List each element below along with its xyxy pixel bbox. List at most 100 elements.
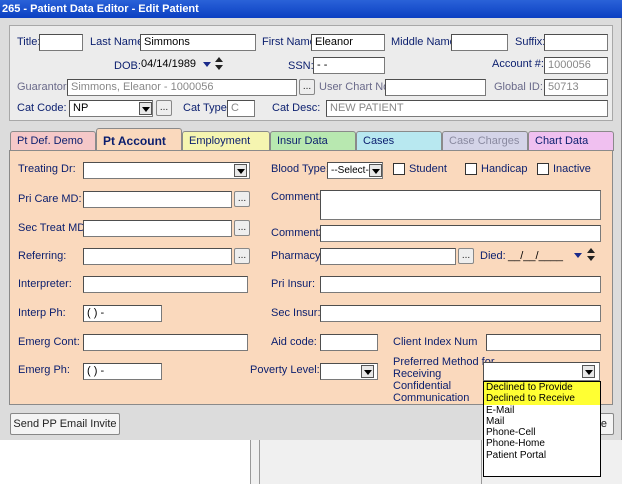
dob-dropdown-icon[interactable] <box>203 62 211 67</box>
pri-care-label: Pri Care MD: <box>18 193 82 205</box>
option-patient-portal[interactable]: Patient Portal <box>484 450 600 461</box>
option-phone-home[interactable]: Phone-Home <box>484 438 600 449</box>
student-checkbox[interactable] <box>393 163 405 175</box>
user-chart-label: User Chart No: <box>319 81 393 93</box>
died-field[interactable]: __/__/____ <box>508 250 563 262</box>
interp-ph-field[interactable]: ( ) - <box>83 305 162 322</box>
inactive-label: Inactive <box>553 163 591 175</box>
pri-insur-label: Pri Insur: <box>271 278 316 290</box>
account-field: 1000056 <box>544 57 608 74</box>
option-e-mail[interactable]: E-Mail <box>484 405 600 416</box>
guarantor-label: Guarantor: <box>17 81 70 93</box>
cat-type-label: Cat Type: <box>183 102 230 114</box>
inactive-checkbox[interactable] <box>537 163 549 175</box>
handicap-label: Handicap <box>481 163 528 175</box>
died-spinner-icon[interactable] <box>587 247 596 263</box>
tab-employment[interactable]: Employment <box>182 131 270 151</box>
student-label: Student <box>409 163 447 175</box>
pri-care-lookup-button[interactable]: ... <box>234 191 250 207</box>
preferred-method-label-line2: Receiving <box>393 368 442 380</box>
title-field[interactable] <box>39 34 83 51</box>
sec-treat-field[interactable] <box>83 220 232 237</box>
user-chart-field[interactable] <box>385 79 486 96</box>
emerg-cont-label: Emerg Cont: <box>18 336 80 348</box>
pharmacy-label: Pharmacy: <box>271 250 324 262</box>
blood-type-dropdown-icon[interactable] <box>369 164 382 177</box>
suffix-field[interactable] <box>544 34 608 51</box>
treating-dr-label: Treating Dr: <box>18 163 76 175</box>
poverty-level-label: Poverty Level: <box>250 364 320 376</box>
preferred-method-options-list[interactable]: Declined to Provide Declined to Receive … <box>483 381 601 477</box>
treating-dr-dropdown-icon[interactable] <box>234 164 247 177</box>
tab-pt-account[interactable]: Pt Account <box>96 128 182 151</box>
referring-lookup-button[interactable]: ... <box>234 248 250 264</box>
global-id-label: Global ID: <box>494 81 543 93</box>
tab-insur-data[interactable]: Insur Data <box>270 131 356 151</box>
cat-type-field: C <box>227 100 255 117</box>
client-index-label: Client Index Num <box>393 336 478 348</box>
patient-editor-window: 265 - Patient Data Editor - Edit Patient… <box>0 0 622 440</box>
send-pp-email-invite-button[interactable]: Send PP Email Invite <box>10 413 120 435</box>
handicap-checkbox[interactable] <box>465 163 477 175</box>
preferred-method-label-line1: Preferred Method for <box>393 356 495 368</box>
interpreter-label: Interpreter: <box>18 278 72 290</box>
first-name-field[interactable]: Eleanor <box>311 34 385 51</box>
tab-cases[interactable]: Cases <box>356 131 442 151</box>
guarantor-lookup-button[interactable]: ... <box>299 79 315 95</box>
middle-name-field[interactable] <box>451 34 508 51</box>
comment2-field[interactable] <box>320 225 601 242</box>
cat-code-dropdown-icon[interactable] <box>139 102 152 115</box>
sec-treat-label: Sec Treat MD: <box>18 222 89 234</box>
sec-insur-field[interactable] <box>320 305 601 322</box>
referring-field[interactable] <box>83 248 232 265</box>
last-name-field[interactable]: Simmons <box>140 34 256 51</box>
global-id-field: 50713 <box>544 79 608 96</box>
blood-type-label: Blood Type: <box>271 163 329 175</box>
emerg-ph-label: Emerg Ph: <box>18 364 70 376</box>
cat-desc-label: Cat Desc: <box>272 102 321 114</box>
preferred-method-dropdown-icon[interactable] <box>582 365 595 378</box>
referring-label: Referring: <box>18 250 67 262</box>
ssn-label: SSN: <box>288 60 314 72</box>
cat-desc-field: NEW PATIENT <box>326 100 608 117</box>
last-name-label: Last Name: <box>90 36 147 48</box>
middle-name-label: Middle Name: <box>391 36 459 48</box>
comment1-field[interactable] <box>320 190 601 220</box>
dob-field[interactable]: 04/14/1989 <box>141 58 196 70</box>
emerg-cont-field[interactable] <box>83 334 248 351</box>
preferred-method-label-line4: Communication <box>393 392 470 404</box>
treating-dr-select[interactable] <box>83 162 250 179</box>
pri-care-field[interactable] <box>83 191 232 208</box>
cat-code-label: Cat Code: <box>17 102 67 114</box>
option-mail[interactable]: Mail <box>484 416 600 427</box>
interpreter-field[interactable] <box>83 276 248 293</box>
died-dropdown-icon[interactable] <box>574 253 582 258</box>
pri-insur-field[interactable] <box>320 276 601 293</box>
cat-code-lookup-button[interactable]: ... <box>156 100 172 116</box>
aid-code-field[interactable] <box>320 334 378 351</box>
pharmacy-lookup-button[interactable]: ... <box>458 248 474 264</box>
account-label: Account #: <box>492 58 544 70</box>
sec-insur-label: Sec Insur: <box>271 307 321 319</box>
poverty-level-dropdown-icon[interactable] <box>361 365 374 378</box>
dob-spinner-icon[interactable] <box>215 56 224 72</box>
tab-case-charges[interactable]: Case Charges <box>442 131 528 151</box>
aid-code-label: Aid code: <box>271 336 317 348</box>
window-title: 265 - Patient Data Editor - Edit Patient <box>0 0 622 18</box>
dob-label: DOB: <box>114 60 141 72</box>
pharmacy-field[interactable] <box>320 248 456 265</box>
background-area <box>0 440 250 484</box>
preferred-method-label-line3: Confidential <box>393 380 452 392</box>
ssn-field[interactable]: - - <box>313 57 385 74</box>
option-declined-to-receive[interactable]: Declined to Receive <box>484 393 600 405</box>
emerg-ph-field[interactable]: ( ) - <box>83 363 162 380</box>
died-label: Died: <box>480 250 506 262</box>
tab-pt-def-demo[interactable]: Pt Def. Demo <box>10 131 96 151</box>
option-declined-to-provide[interactable]: Declined to Provide <box>484 382 600 394</box>
option-phone-cell[interactable]: Phone-Cell <box>484 427 600 438</box>
client-index-field[interactable] <box>486 334 601 351</box>
title-label: Title: <box>17 36 41 48</box>
interp-ph-label: Interp Ph: <box>18 307 66 319</box>
sec-treat-lookup-button[interactable]: ... <box>234 220 250 236</box>
tab-chart-data[interactable]: Chart Data <box>528 131 614 151</box>
